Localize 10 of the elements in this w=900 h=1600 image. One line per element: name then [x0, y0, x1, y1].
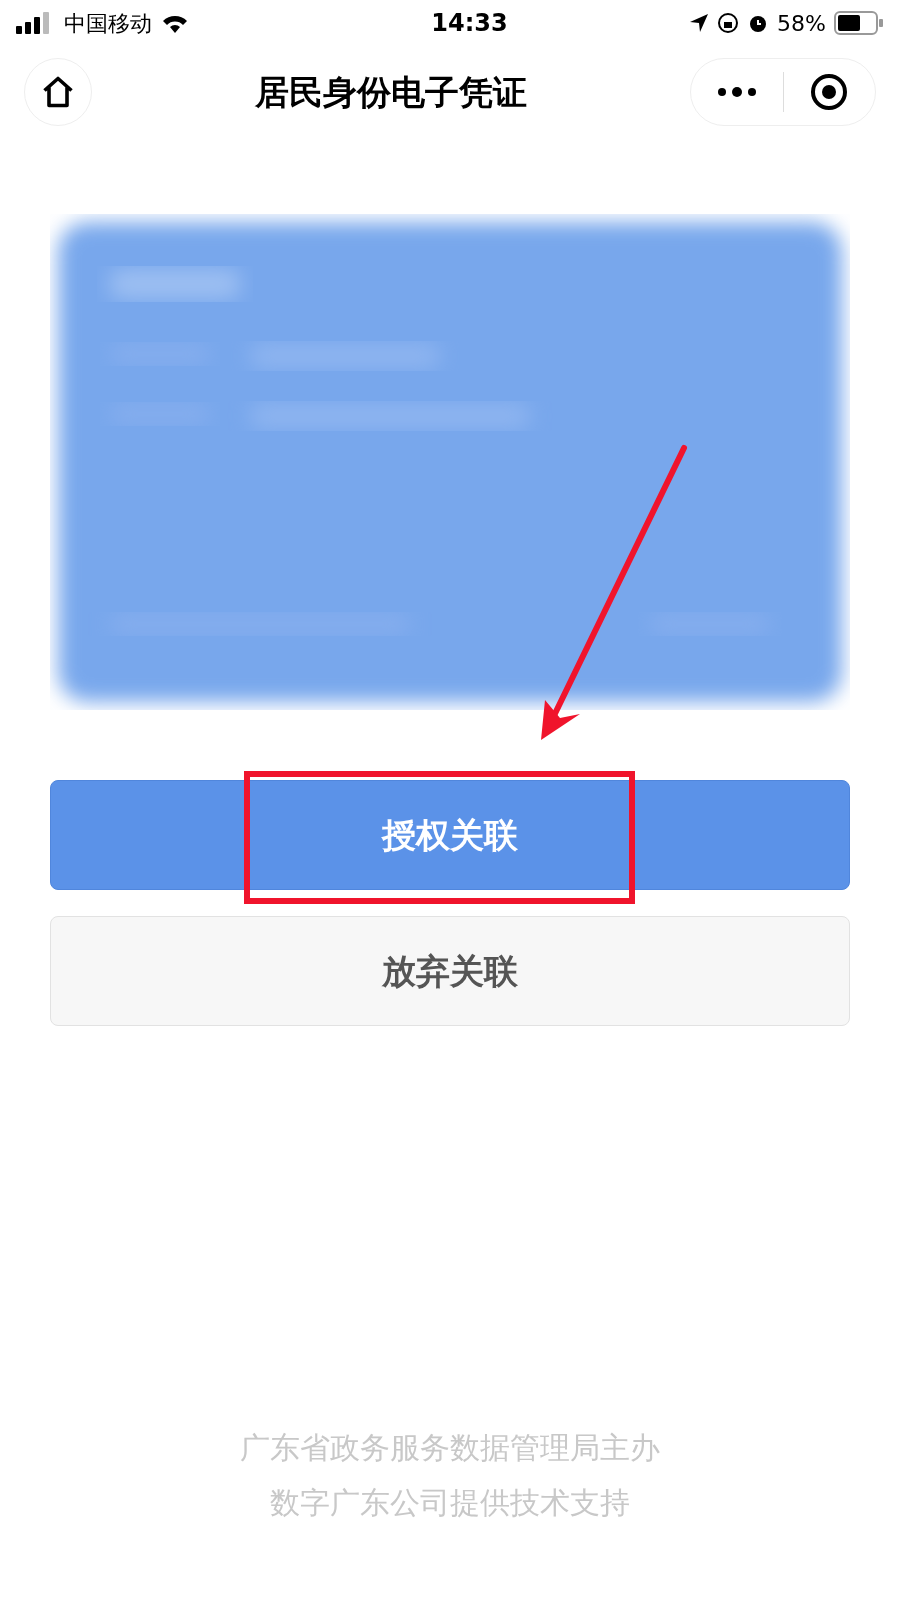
- rotation-lock-icon: [717, 12, 740, 34]
- battery-icon: [834, 11, 884, 35]
- page-title: 居民身份电子凭证: [255, 70, 527, 114]
- carrier-name: 中国移动: [64, 9, 152, 38]
- more-icon: [716, 87, 757, 97]
- location-icon: [689, 13, 710, 33]
- close-icon: [810, 73, 849, 111]
- battery-percent: 58%: [777, 9, 826, 38]
- cancel-button[interactable]: 放弃关联: [50, 916, 850, 1026]
- clock-time: 14:33: [431, 8, 508, 39]
